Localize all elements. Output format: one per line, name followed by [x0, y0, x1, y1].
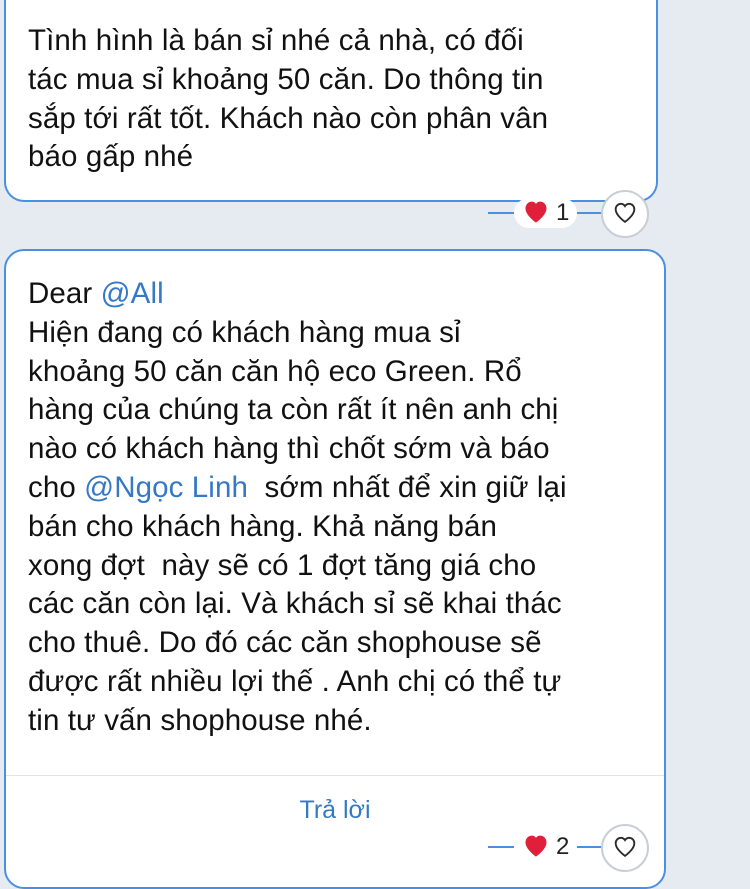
heart-outline-icon: [611, 199, 639, 230]
heart-icon: [522, 198, 550, 229]
message-2-line: hàng của chúng ta còn rất ít nên anh chị: [28, 393, 559, 427]
reaction-badge-2[interactable]: 2: [514, 832, 578, 863]
mention-all-link[interactable]: @All: [101, 277, 164, 310]
message-2-line: cho thuê. Do đó các căn shophouse sẽ: [28, 626, 542, 660]
message-2-line: tin tư vấn shophouse nhé.: [28, 703, 372, 737]
message-2-line: nào có khách hàng thì chốt sớm và báo: [28, 432, 550, 466]
message-2-text: Dear @All Hiện đang có khách hàng mua sỉ…: [28, 275, 567, 741]
reaction-count: 2: [556, 833, 570, 860]
reply-divider: [6, 775, 664, 776]
message-2-line: bán cho khách hàng. Khả năng bán: [28, 509, 498, 543]
like-button-2[interactable]: [601, 824, 649, 872]
greeting: Dear: [28, 277, 101, 310]
message-1-line: báo gấp nhé: [28, 140, 194, 174]
message-2-line: sớm nhất để xin giữ lại: [247, 470, 567, 504]
message-2-line: được rất nhiều lợi thế . Anh chị có thể …: [28, 664, 562, 698]
message-1-line: Tình hình là bán sỉ nhé cả nhà, có đối: [28, 24, 524, 57]
message-2-line: cho: [28, 470, 85, 504]
message-1-text: Tình hình là bán sỉ nhé cả nhà, có đối t…: [28, 22, 548, 177]
like-button-1[interactable]: [601, 190, 649, 238]
reply-button[interactable]: Trả lời: [0, 796, 670, 825]
message-1-line: tác mua sỉ khoảng 50 căn. Do thông tin: [28, 62, 544, 96]
message-2-line: Hiện đang có khách hàng mua sỉ: [28, 315, 461, 349]
message-1-line: sắp tới rất tốt. Khách nào còn phân vân: [28, 101, 549, 135]
message-2-line: khoảng 50 căn căn hộ eco Green. Rổ: [28, 354, 522, 388]
heart-icon: [522, 832, 550, 863]
reaction-badge-1[interactable]: 1: [514, 198, 578, 229]
message-2-line: xong đợt này sẽ có 1 đợt tăng giá cho: [28, 548, 537, 582]
mention-user-link[interactable]: @Ngọc Linh: [84, 471, 248, 504]
message-2-line: các căn còn lại. Và khách sỉ sẽ khai thá…: [28, 587, 562, 621]
reaction-count: 1: [556, 199, 570, 226]
heart-outline-icon: [611, 833, 639, 864]
